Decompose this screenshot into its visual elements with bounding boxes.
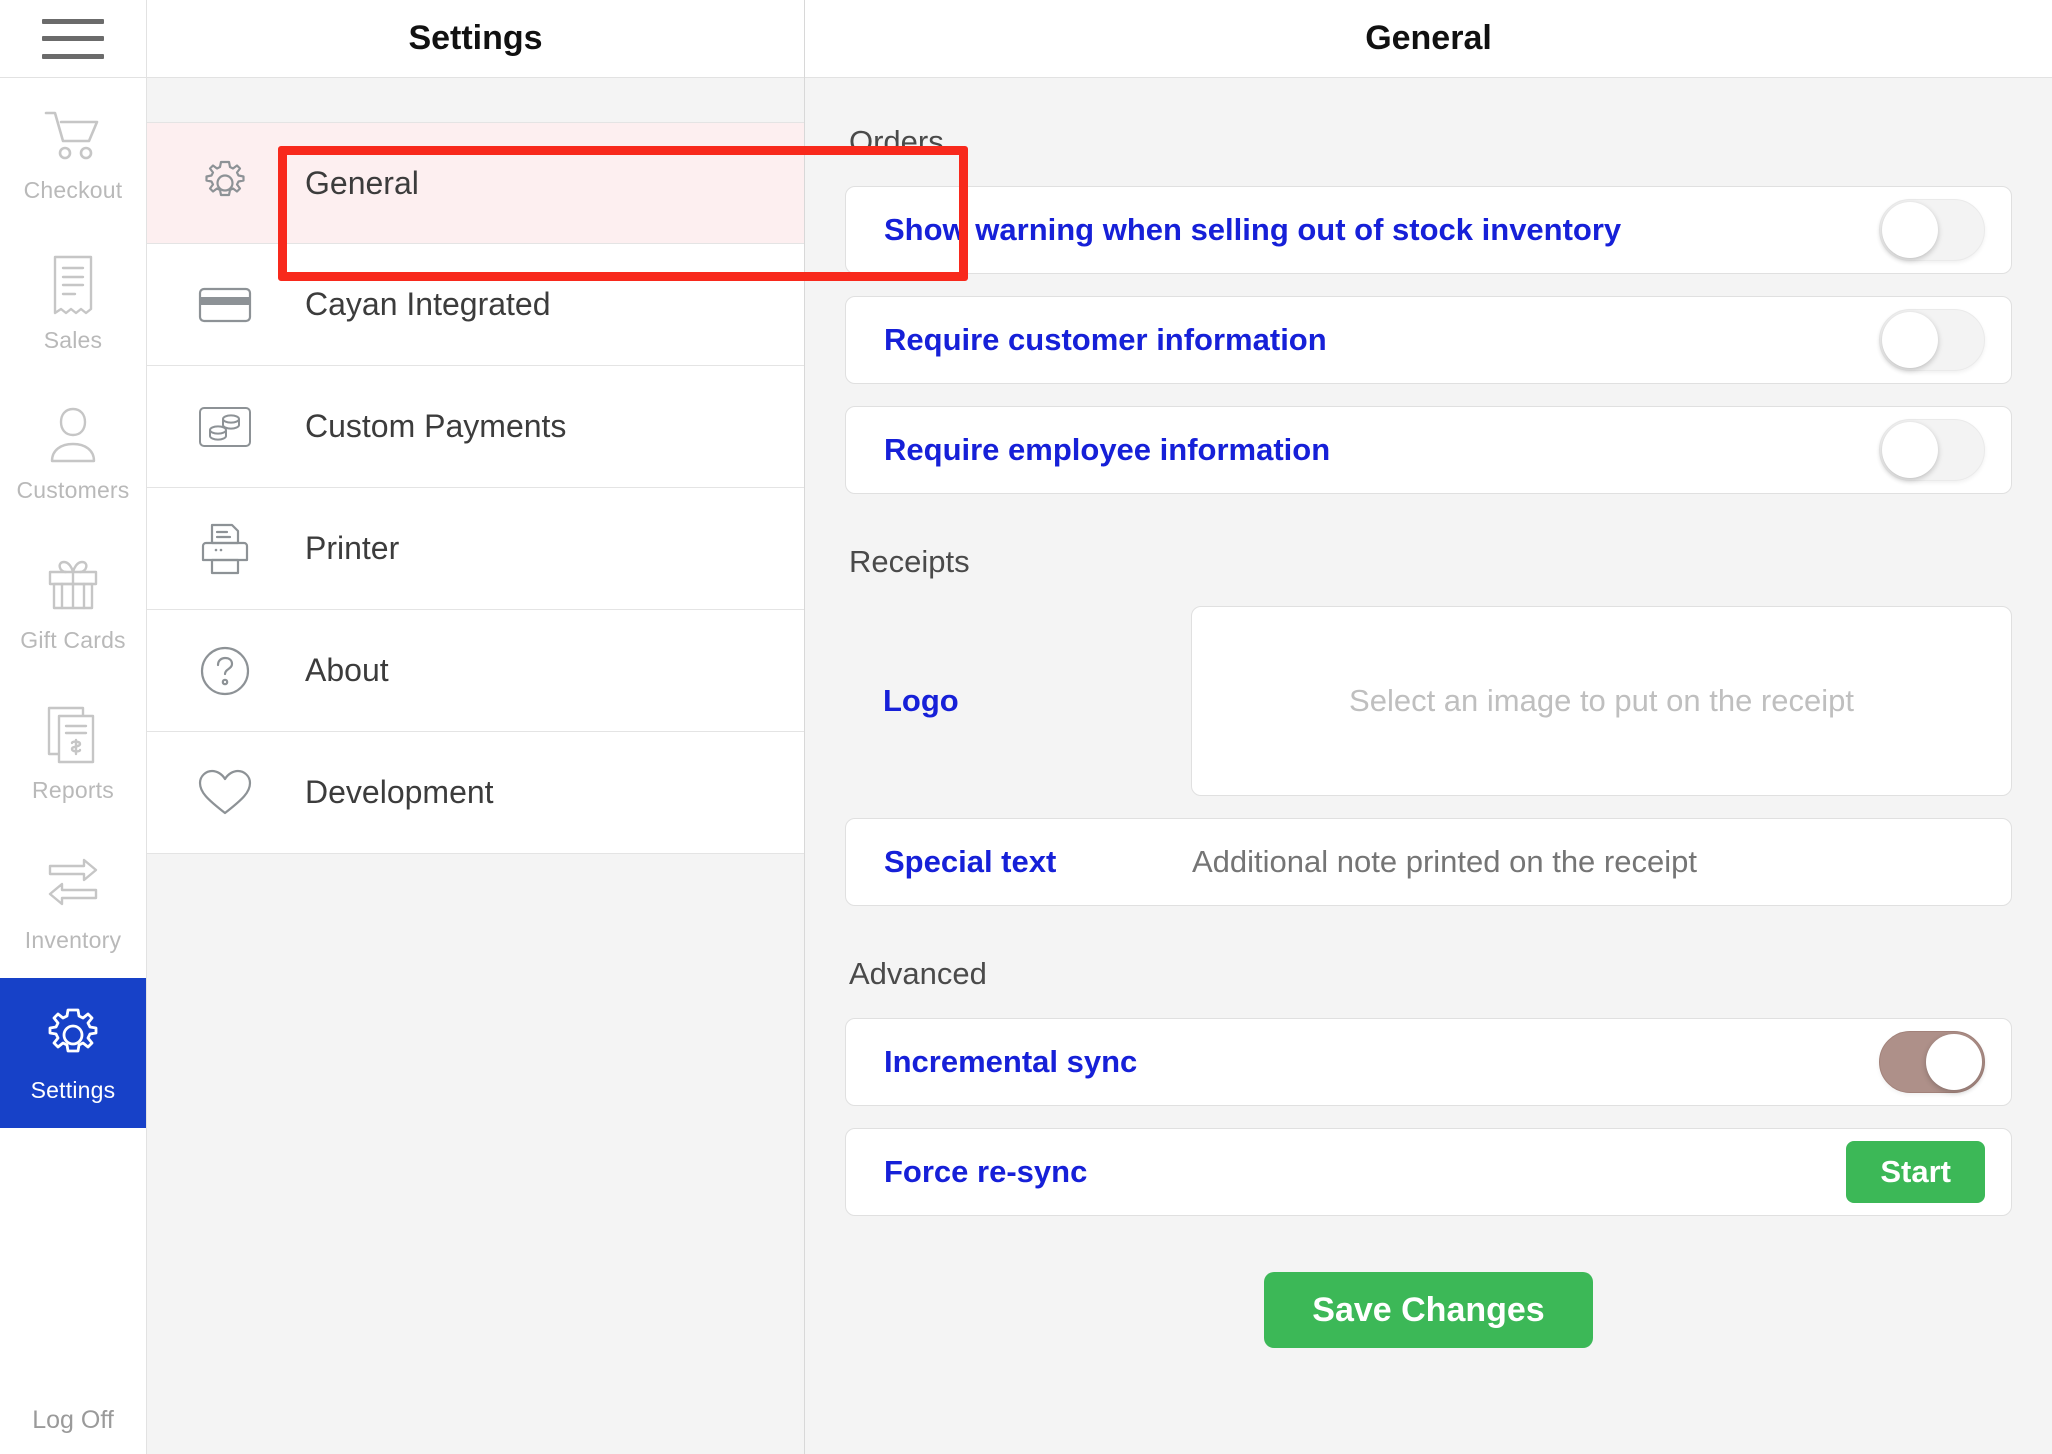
setting-row-logo: Logo Select an image to put on the recei… [845, 606, 2012, 796]
special-text-label: Special text [884, 844, 1057, 879]
setting-label: Require customer information [884, 322, 1327, 357]
settings-item-label: Printer [305, 530, 400, 566]
setting-row-require-employee-info[interactable]: Require employee information [845, 406, 2012, 494]
nav-item-customers[interactable]: Customers [0, 378, 146, 528]
setting-row-force-resync[interactable]: Force re-sync Start [845, 1128, 2012, 1216]
toggle-require-customer-info[interactable] [1879, 309, 1985, 371]
toggle-require-employee-info[interactable] [1879, 419, 1985, 481]
special-text-input[interactable] [1192, 844, 1985, 880]
section-advanced: Advanced Incremental sync Force re-sync … [845, 956, 2012, 1216]
settings-list-column: Settings General Cayan Integrated Custom… [147, 0, 968, 1454]
setting-row-require-customer-info[interactable]: Require customer information [845, 296, 2012, 384]
nav-label-reports: Reports [32, 776, 114, 803]
section-title-orders: Orders [849, 124, 944, 159]
save-changes-button[interactable]: Save Changes [1264, 1272, 1593, 1348]
settings-item-label: General [305, 164, 419, 201]
logo-image-picker[interactable]: Select an image to put on the receipt [1191, 606, 2012, 796]
settings-item-label: Cayan Integrated [305, 286, 551, 322]
logoff-label: Log Off [32, 1406, 114, 1434]
logo-label: Logo [883, 683, 959, 718]
toggle-show-stock-warning[interactable] [1879, 199, 1985, 261]
main-body: Orders Show warning when selling out of … [805, 78, 2052, 1454]
settings-column-header: Settings [147, 0, 804, 78]
nav-item-sales[interactable]: Sales [0, 228, 146, 378]
settings-item-printer[interactable]: Printer [147, 488, 804, 610]
coins-icon [197, 399, 253, 455]
setting-row-incremental-sync[interactable]: Incremental sync [845, 1018, 2012, 1106]
setting-label: Incremental sync [884, 1044, 1138, 1079]
printer-icon [197, 521, 253, 577]
question-mark-circle-icon [197, 643, 253, 699]
nav-label-customers: Customers [16, 476, 130, 503]
settings-column-title: Settings [408, 19, 543, 57]
save-button-container: Save Changes [845, 1272, 2012, 1348]
nav-label-checkout: Checkout [23, 176, 123, 203]
heart-icon [197, 765, 253, 821]
settings-menu-list: General Cayan Integrated Custom Payments… [147, 78, 804, 854]
toggle-knob [1926, 1034, 1982, 1090]
nav-item-inventory[interactable]: Inventory [0, 828, 146, 978]
settings-item-custom-payments[interactable]: Custom Payments [147, 366, 804, 488]
toggle-incremental-sync[interactable] [1879, 1031, 1985, 1093]
gear-icon [41, 1003, 105, 1067]
section-orders: Orders Show warning when selling out of … [845, 124, 2012, 494]
setting-label: Show warning when selling out of stock i… [884, 212, 1622, 247]
documents-dollar-icon [41, 703, 105, 767]
gear-icon [197, 155, 253, 211]
setting-label: Require employee information [884, 432, 1331, 467]
setting-row-special-text[interactable]: Special text [845, 818, 2012, 906]
setting-label: Force re-sync [884, 1154, 1088, 1189]
main-header: General [805, 0, 2052, 78]
nav-label-sales: Sales [43, 326, 103, 353]
nav-label-settings: Settings [30, 1076, 116, 1103]
toggle-knob [1882, 422, 1938, 478]
settings-item-label: Custom Payments [305, 408, 567, 444]
shopping-cart-icon [41, 103, 105, 167]
gift-icon [41, 553, 105, 617]
nav-item-settings[interactable]: Settings [0, 978, 146, 1128]
settings-item-general[interactable]: General [147, 122, 804, 244]
toggle-knob [1882, 312, 1938, 368]
settings-item-development[interactable]: Development [147, 732, 804, 854]
section-title-advanced: Advanced [849, 956, 987, 991]
receipt-icon [41, 253, 105, 317]
settings-item-label: Development [305, 774, 494, 810]
setting-row-show-stock-warning[interactable]: Show warning when selling out of stock i… [845, 186, 2012, 274]
nav-item-reports[interactable]: Reports [0, 678, 146, 828]
credit-card-icon [197, 277, 253, 333]
settings-item-label: About [305, 652, 389, 688]
settings-item-cayan-integrated[interactable]: Cayan Integrated [147, 244, 804, 366]
page-title: General [1365, 19, 1492, 57]
person-icon [41, 403, 105, 467]
settings-list-filler [147, 854, 804, 1454]
left-nav-rail: Checkout Sales Customers Gift Cards Repo… [0, 0, 147, 1454]
toggle-knob [1882, 202, 1938, 258]
settings-item-about[interactable]: About [147, 610, 804, 732]
nav-item-checkout[interactable]: Checkout [0, 78, 146, 228]
nav-label-inventory: Inventory [24, 926, 122, 953]
nav-label-gift-cards: Gift Cards [20, 626, 126, 653]
section-receipts: Receipts Logo Select an image to put on … [845, 544, 2012, 906]
nav-item-gift-cards[interactable]: Gift Cards [0, 528, 146, 678]
app-root: Checkout Sales Customers Gift Cards Repo… [0, 0, 2052, 1454]
start-resync-button[interactable]: Start [1846, 1141, 1985, 1203]
hamburger-icon [42, 18, 104, 59]
menu-toggle-button[interactable] [0, 0, 146, 78]
section-title-receipts: Receipts [849, 544, 970, 579]
logo-placeholder: Select an image to put on the receipt [1349, 683, 1854, 718]
exchange-arrows-icon [41, 853, 105, 917]
main-content: General Orders Show warning when selling… [805, 0, 2052, 1454]
logoff-button[interactable]: Log Off [0, 1382, 146, 1454]
